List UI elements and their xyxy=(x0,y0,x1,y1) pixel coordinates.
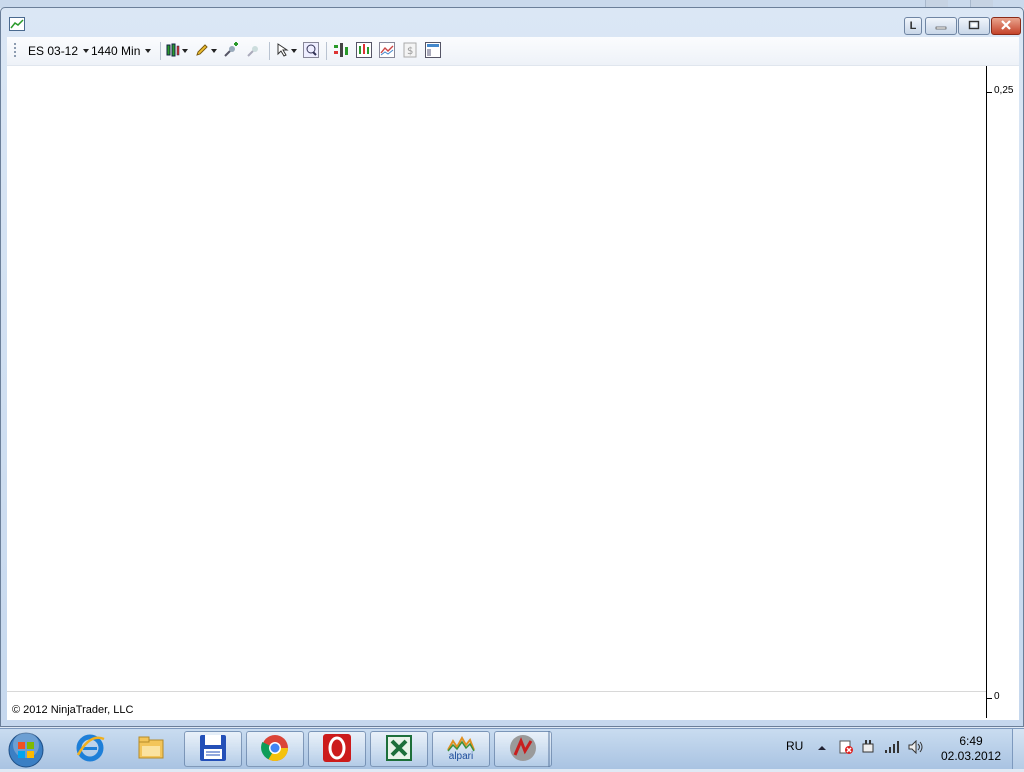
restore-button[interactable] xyxy=(958,17,990,35)
candlestick-icon xyxy=(166,42,180,61)
zoom-in-button[interactable] xyxy=(222,41,240,61)
taskbar: alpari RU 6:49 02.03.2012 xyxy=(0,728,1024,769)
floppy-disk-icon xyxy=(198,733,228,766)
taskbar-app-excel[interactable] xyxy=(370,731,428,767)
chart-window: L ES 03-12 1440 Min $ © 2012 NinjaTrader… xyxy=(0,7,1024,727)
alpari-label: alpari xyxy=(448,751,474,762)
properties-icon xyxy=(425,41,441,61)
chart-style-button[interactable] xyxy=(165,42,189,60)
zoom-out-icon xyxy=(246,42,262,61)
zoom-out-button[interactable] xyxy=(245,42,263,60)
taskbar-app-save[interactable] xyxy=(184,731,242,767)
close-icon xyxy=(1000,19,1012,33)
chart-panel[interactable]: © 2012 NinjaTrader, LLC xyxy=(7,66,987,718)
chart-app-icon xyxy=(9,17,25,31)
search-button[interactable] xyxy=(302,41,320,61)
chevron-down-icon xyxy=(211,49,217,53)
action-center-icon[interactable] xyxy=(838,739,854,755)
price-label-bottom: 0 xyxy=(994,691,1000,702)
taskbar-app-chrome[interactable] xyxy=(246,731,304,767)
clock-time: 6:49 xyxy=(959,734,983,748)
toolbar-grip[interactable] xyxy=(14,43,16,59)
taskbar-app-opera[interactable] xyxy=(308,731,366,767)
show-desktop-button[interactable] xyxy=(1012,729,1024,769)
chart-content: ES 03-12 1440 Min $ © 2012 NinjaTrader, … xyxy=(7,37,1019,720)
strategies-button[interactable]: $ xyxy=(401,42,419,60)
alpari-icon: alpari xyxy=(447,736,475,762)
minimize-button[interactable] xyxy=(925,17,957,35)
interval-label: 1440 Min xyxy=(91,44,141,58)
price-axis[interactable]: 0,25 0 xyxy=(987,66,1019,718)
folder-icon xyxy=(136,734,166,765)
link-button[interactable]: L xyxy=(904,17,922,35)
drawing-tools-button[interactable] xyxy=(194,42,218,60)
close-button[interactable] xyxy=(991,17,1021,35)
cursor-mode-button[interactable] xyxy=(275,42,299,60)
ninjatrader-icon xyxy=(508,733,538,766)
toolbar-separator xyxy=(326,42,327,60)
network-signal-icon[interactable] xyxy=(884,739,900,755)
pencil-icon xyxy=(195,43,209,60)
language-indicator[interactable]: RU xyxy=(786,739,803,753)
taskbar-app-explorer[interactable] xyxy=(122,731,180,767)
pointer-icon xyxy=(277,42,289,60)
taskbar-app-ie[interactable] xyxy=(61,731,119,767)
title-bar[interactable]: L xyxy=(1,8,1023,38)
restore-icon xyxy=(968,19,980,33)
indicators-button[interactable] xyxy=(378,41,396,61)
opera-icon xyxy=(322,733,352,766)
chevron-down-icon xyxy=(145,49,152,53)
chart-trader-button[interactable] xyxy=(332,42,350,60)
copyright-text: © 2012 NinjaTrader, LLC xyxy=(12,704,134,716)
excel-icon xyxy=(384,733,414,766)
instrument-label: ES 03-12 xyxy=(28,44,79,58)
chevron-down-icon xyxy=(182,49,188,53)
windows-orb-icon xyxy=(6,732,46,772)
clock-date: 02.03.2012 xyxy=(940,749,1002,763)
internet-explorer-icon xyxy=(75,733,105,766)
zero-gridline xyxy=(7,691,986,692)
svg-text:$: $ xyxy=(407,46,413,57)
taskbar-app-ninjatrader[interactable] xyxy=(494,731,552,767)
chrome-icon xyxy=(260,733,290,766)
chevron-down-icon xyxy=(291,49,297,53)
taskbar-app-alpari[interactable]: alpari xyxy=(432,731,490,767)
price-tick xyxy=(987,92,992,93)
start-button[interactable] xyxy=(6,731,46,769)
strategy-icon: $ xyxy=(403,42,417,61)
magnifier-icon xyxy=(303,41,319,61)
indicator-icon xyxy=(379,41,395,61)
interval-selector[interactable]: 1440 Min xyxy=(91,43,152,59)
taskbar-divider xyxy=(548,731,550,767)
show-hidden-icons-button[interactable] xyxy=(814,739,830,755)
price-tick xyxy=(987,698,992,699)
properties-button[interactable] xyxy=(424,41,442,61)
minimize-icon xyxy=(935,19,947,33)
chevron-up-icon xyxy=(817,740,827,754)
system-clock[interactable]: 6:49 02.03.2012 xyxy=(940,734,1002,764)
chart-trader-icon xyxy=(333,42,349,61)
volume-icon[interactable] xyxy=(908,739,924,755)
toolbar-separator xyxy=(160,42,161,60)
chart-toolbar: ES 03-12 1440 Min $ xyxy=(7,37,1019,66)
data-series-button[interactable] xyxy=(355,41,373,61)
data-series-icon xyxy=(356,41,372,61)
price-label-top: 0,25 xyxy=(994,85,1014,96)
chevron-down-icon xyxy=(83,49,90,53)
power-plug-icon[interactable] xyxy=(860,739,876,755)
zoom-in-icon xyxy=(223,41,239,61)
instrument-selector[interactable]: ES 03-12 xyxy=(28,43,90,59)
toolbar-separator xyxy=(269,42,270,60)
